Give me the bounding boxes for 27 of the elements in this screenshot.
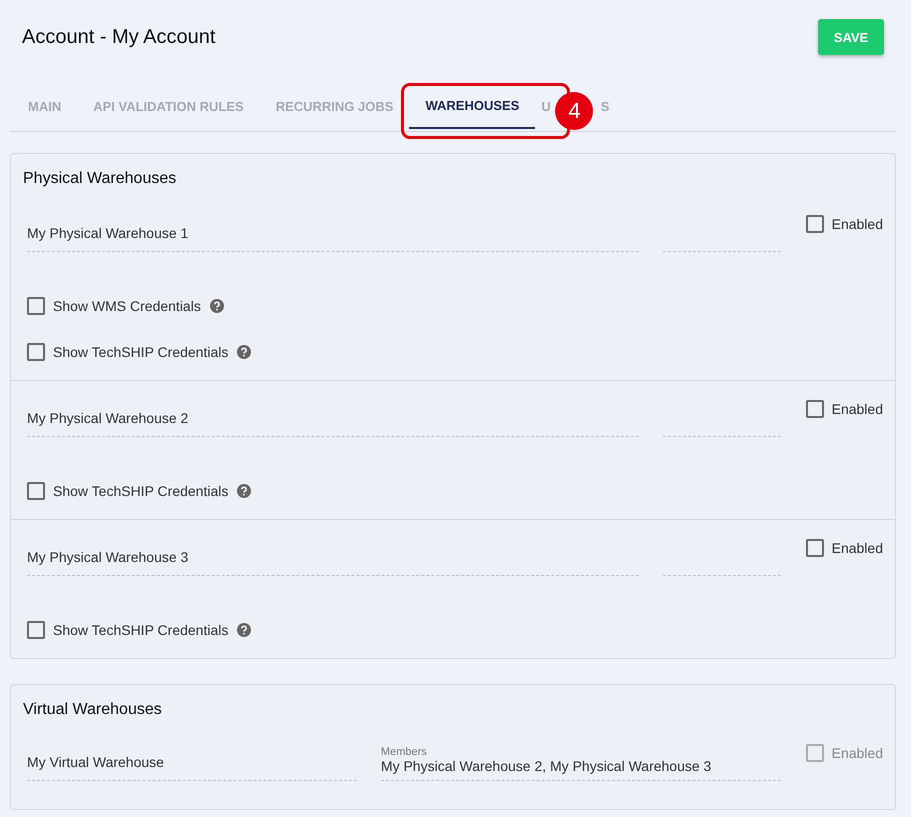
checkbox-label: Show TechSHIP Credentials bbox=[53, 344, 228, 360]
input-field[interactable]: My Physical Warehouse 2 bbox=[27, 397, 639, 437]
checkbox[interactable] bbox=[27, 482, 45, 500]
checkbox-label: Enabled bbox=[832, 540, 883, 556]
input-field[interactable]: My Physical Warehouse 3 bbox=[27, 536, 639, 576]
help-icon[interactable] bbox=[237, 345, 252, 359]
checkbox-label: Show TechSHIP Credentials bbox=[53, 483, 228, 499]
tab[interactable]: WAREHOUSES bbox=[409, 83, 536, 129]
checkbox[interactable] bbox=[806, 400, 824, 418]
checkbox[interactable] bbox=[806, 215, 824, 233]
checkbox-label: Show WMS Credentials bbox=[53, 298, 201, 314]
section-title: Physical Warehouses bbox=[22, 169, 178, 189]
checkbox-label: Show TechSHIP Credentials bbox=[53, 622, 228, 638]
checkbox-label: Enabled bbox=[832, 401, 883, 417]
input-field[interactable]: My Physical Warehouse 1 bbox=[27, 212, 639, 252]
help-icon[interactable] bbox=[237, 623, 252, 637]
help-icon[interactable] bbox=[210, 299, 224, 313]
page-title: Account - My Account bbox=[22, 26, 216, 48]
checkbox-label: Enabled bbox=[832, 745, 883, 761]
checkbox-label: Enabled bbox=[832, 216, 883, 232]
checkbox[interactable] bbox=[27, 621, 45, 639]
step-badge: 4 bbox=[555, 92, 594, 130]
section-title: Virtual Warehouses bbox=[22, 700, 163, 720]
checkbox[interactable] bbox=[27, 297, 45, 315]
checkbox[interactable] bbox=[806, 539, 824, 557]
checkbox[interactable] bbox=[27, 343, 45, 361]
help-icon[interactable] bbox=[237, 484, 252, 498]
